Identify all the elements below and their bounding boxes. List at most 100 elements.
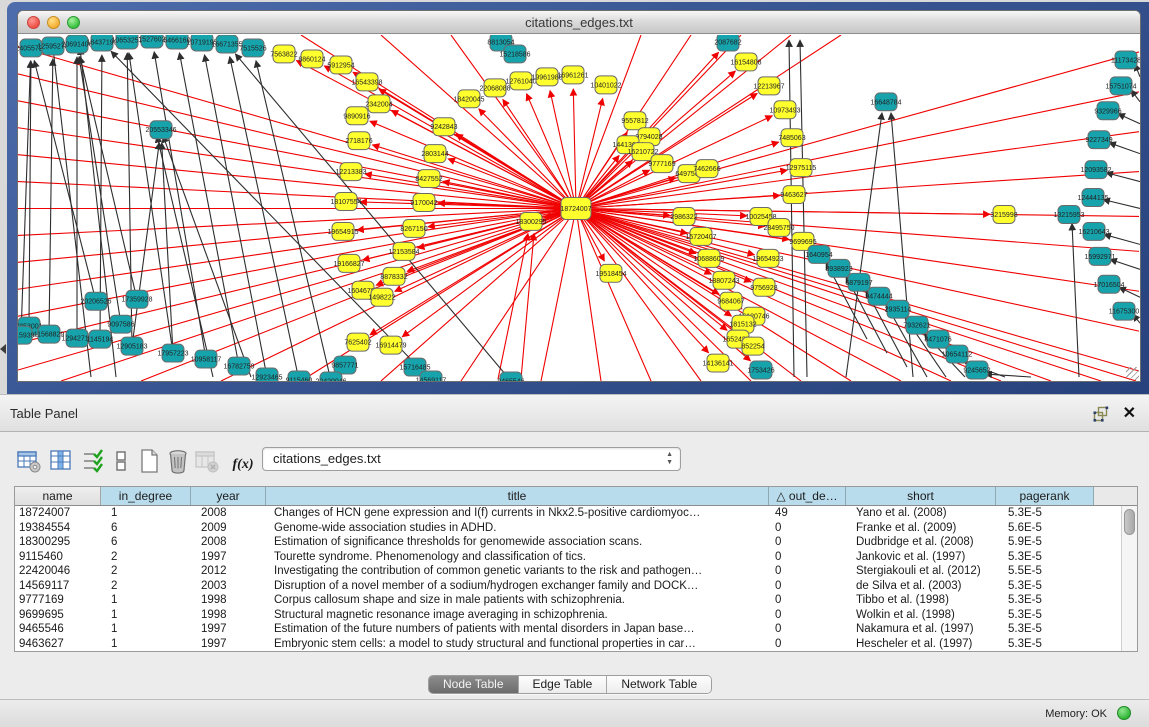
graph-node[interactable]: 7563822 bbox=[270, 45, 297, 63]
graph-node[interactable]: 6879197 bbox=[845, 273, 872, 291]
graph-node[interactable]: 12093582 bbox=[1080, 161, 1111, 179]
table-row[interactable]: 946362711997Embryonic stem cells: a mode… bbox=[15, 637, 1121, 652]
cell-short[interactable]: Franke et al. (2009) bbox=[846, 521, 996, 536]
cell-out_de[interactable]: 0 bbox=[769, 535, 846, 550]
graph-node[interactable]: 8471076 bbox=[924, 330, 951, 348]
graph-node[interactable]: 9890916 bbox=[343, 107, 370, 125]
graph-node[interactable]: 2718176 bbox=[345, 132, 372, 150]
cell-name[interactable]: 18724007 bbox=[15, 506, 101, 521]
cell-year[interactable]: 2012 bbox=[191, 564, 266, 579]
table-row[interactable]: 969969511998Structural magnetic resonanc… bbox=[15, 608, 1121, 623]
graph-node[interactable]: 2087682 bbox=[714, 35, 741, 51]
graph-node[interactable]: 12905183 bbox=[116, 337, 147, 355]
cell-year[interactable]: 2003 bbox=[191, 579, 266, 594]
cell-pagerank[interactable]: 5.9E-5 bbox=[996, 535, 1094, 550]
graph-node[interactable]: 17957223 bbox=[157, 344, 188, 362]
graph-node[interactable]: 1527602 bbox=[138, 35, 165, 48]
table-row[interactable]: 1938455462009Genome-wide association stu… bbox=[15, 521, 1121, 536]
table-vertical-scrollbar[interactable] bbox=[1121, 506, 1137, 651]
cell-name[interactable]: 18300295 bbox=[15, 535, 101, 550]
graph-node[interactable]: 2803144 bbox=[421, 145, 448, 163]
cell-in_degree[interactable]: 1 bbox=[101, 506, 191, 521]
cell-pagerank[interactable]: 5.3E-5 bbox=[996, 637, 1094, 652]
graph-node[interactable]: 9777169 bbox=[648, 155, 675, 173]
cell-name[interactable]: 9699695 bbox=[15, 608, 101, 623]
graph-node[interactable]: 17359928 bbox=[121, 290, 152, 308]
graph-node[interactable]: 16154808 bbox=[730, 53, 761, 71]
table-row[interactable]: 977716911998Corpus callosum shape and si… bbox=[15, 593, 1121, 608]
column-header-in_degree[interactable]: in_degree bbox=[101, 487, 191, 505]
graph-node[interactable]: 19166827 bbox=[333, 254, 364, 272]
cell-name[interactable]: 22420046 bbox=[15, 564, 101, 579]
column-header-short[interactable]: short bbox=[846, 487, 996, 505]
cell-out_de[interactable]: 0 bbox=[769, 521, 846, 536]
tab-edge-table[interactable]: Edge Table bbox=[519, 676, 608, 693]
cell-name[interactable]: 19384554 bbox=[15, 521, 101, 536]
graph-node[interactable]: 9242843 bbox=[430, 118, 457, 136]
graph-node[interactable]: 1498222 bbox=[368, 288, 395, 306]
table-row[interactable]: 1872400712008Changes of HCN gene express… bbox=[15, 506, 1121, 521]
cell-title[interactable]: Tourette syndrome. Phenomenology and cla… bbox=[266, 550, 769, 565]
select-rows-button[interactable] bbox=[80, 448, 106, 474]
column-header-year[interactable]: year bbox=[191, 487, 266, 505]
cell-in_degree[interactable]: 2 bbox=[101, 550, 191, 565]
cell-pagerank[interactable]: 5.3E-5 bbox=[996, 622, 1094, 637]
cell-in_degree[interactable]: 1 bbox=[101, 637, 191, 652]
column-header-name[interactable]: name bbox=[15, 487, 101, 505]
graph-node[interactable]: 2986322 bbox=[670, 208, 697, 226]
graph-node[interactable]: 20206526 bbox=[80, 292, 111, 310]
graph-node[interactable]: 852254 bbox=[741, 337, 764, 355]
graph-node[interactable]: 8267150 bbox=[400, 219, 427, 237]
cell-out_de[interactable]: 0 bbox=[769, 608, 846, 623]
graph-node[interactable]: 18420045 bbox=[453, 90, 484, 108]
column-header-title[interactable]: title bbox=[266, 487, 769, 505]
table-row[interactable]: 946554611997Estimation of the future num… bbox=[15, 622, 1121, 637]
graph-node[interactable]: 9170042 bbox=[410, 194, 437, 212]
graph-node[interactable]: 8860124 bbox=[298, 50, 325, 68]
graph-node[interactable]: 9227349 bbox=[1085, 131, 1112, 149]
graph-node[interactable]: 15720407 bbox=[685, 227, 716, 245]
table-settings-button[interactable] bbox=[16, 448, 42, 474]
cell-short[interactable]: Hescheler et al. (1997) bbox=[846, 637, 996, 652]
graph-node[interactable]: 14136141 bbox=[702, 354, 733, 372]
cell-pagerank[interactable]: 5.3E-5 bbox=[996, 608, 1094, 623]
cell-short[interactable]: Yano et al. (2008) bbox=[846, 506, 996, 521]
row-height-button[interactable] bbox=[108, 448, 134, 474]
graph-node[interactable]: 15751074 bbox=[1105, 77, 1136, 95]
table-select-dropdown[interactable]: citations_edges.txt ▲▼ bbox=[262, 447, 681, 471]
cell-name[interactable]: 9115460 bbox=[15, 550, 101, 565]
cell-title[interactable]: Disruption of a novel member of a sodium… bbox=[266, 579, 769, 594]
cell-out_de[interactable]: 49 bbox=[769, 506, 846, 521]
cell-title[interactable]: Genome-wide association studies in ADHD. bbox=[266, 521, 769, 536]
cell-pagerank[interactable]: 5.3E-5 bbox=[996, 550, 1094, 565]
cell-in_degree[interactable]: 6 bbox=[101, 535, 191, 550]
cell-year[interactable]: 1998 bbox=[191, 608, 266, 623]
graph-node[interactable]: 13215953 bbox=[1053, 206, 1084, 224]
graph-node[interactable]: 1640954 bbox=[805, 245, 832, 263]
cell-year[interactable]: 2008 bbox=[191, 506, 266, 521]
graph-node[interactable]: 7485063 bbox=[778, 129, 805, 147]
cell-pagerank[interactable]: 5.3E-5 bbox=[996, 579, 1094, 594]
cell-year[interactable]: 1997 bbox=[191, 622, 266, 637]
graph-node[interactable]: 17016504 bbox=[1093, 275, 1124, 293]
graph-node[interactable]: 18807243 bbox=[708, 271, 739, 289]
graph-node[interactable]: 7625402 bbox=[344, 333, 371, 351]
graph-node[interactable]: 2935114 bbox=[885, 300, 912, 318]
column-header-pagerank[interactable]: pagerank bbox=[996, 487, 1094, 505]
graph-node[interactable]: 15992971 bbox=[1084, 247, 1115, 265]
graph-node[interactable]: 28495750 bbox=[763, 218, 794, 236]
graph-node[interactable]: 10654112 bbox=[942, 345, 973, 363]
cell-in_degree[interactable]: 1 bbox=[101, 608, 191, 623]
graph-node[interactable]: 19654915 bbox=[327, 222, 358, 240]
graph-node[interactable]: 12153584 bbox=[388, 242, 419, 260]
graph-node[interactable]: 7462666 bbox=[693, 160, 720, 178]
graph-node[interactable]: 16210643 bbox=[1078, 222, 1109, 240]
graph-node[interactable]: 20553346 bbox=[145, 121, 176, 139]
cell-title[interactable]: Embryonic stem cells: a model to study s… bbox=[266, 637, 769, 652]
graph-node[interactable]: 9756928 bbox=[750, 278, 777, 296]
cell-name[interactable]: 9463627 bbox=[15, 637, 101, 652]
delete-table-button[interactable] bbox=[194, 448, 220, 474]
graph-node[interactable]: 1753426 bbox=[747, 361, 774, 379]
cell-title[interactable]: Estimation of significance thresholds fo… bbox=[266, 535, 769, 550]
scrollbar-thumb[interactable] bbox=[1124, 509, 1135, 535]
